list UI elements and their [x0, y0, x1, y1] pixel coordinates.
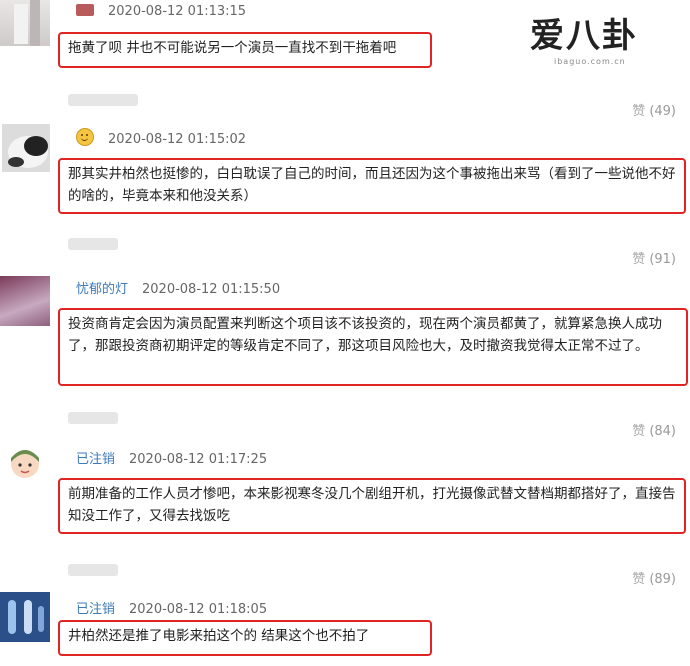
thumb-up-icon: 赞 [632, 252, 646, 267]
timestamp: 2020-08-12 01:15:02 [108, 132, 247, 147]
like-count: (49) [649, 104, 676, 119]
reply-preview [68, 564, 118, 576]
comment-text: 拖黄了呗 井也不可能说另一个演员一直找不到干拖着吧 [58, 32, 432, 68]
badge-icon [76, 4, 94, 16]
comment-meta: 忧郁的灯 2020-08-12 01:15:50 [76, 278, 280, 297]
username-link[interactable]: 忧郁的灯 [76, 282, 128, 297]
avatar[interactable] [0, 276, 50, 326]
avatar[interactable] [0, 0, 50, 46]
comment-3: 忧郁的灯 2020-08-12 01:15:50 投资商肯定会因为演员配置来判断这… [0, 270, 690, 439]
comment-meta: 2020-08-12 01:13:15 [76, 4, 246, 19]
timestamp: 2020-08-12 01:17:25 [129, 452, 268, 467]
avatar[interactable] [0, 444, 50, 494]
comment-1: 2020-08-12 01:13:15 拖黄了呗 井也不可能说另一个演员一直找不… [0, 0, 690, 119]
comment-5: 已注销 2020-08-12 01:18:05 井柏然还是推了电影来拍这个的 结果… [0, 590, 690, 666]
reply-preview [68, 412, 118, 424]
avatar[interactable] [0, 592, 50, 642]
thumb-up-icon: 赞 [632, 572, 646, 587]
like-button[interactable]: 赞 (91) [632, 248, 676, 267]
timestamp: 2020-08-12 01:13:15 [108, 4, 247, 19]
like-count: (89) [649, 572, 676, 587]
smiley-icon [76, 128, 94, 146]
reply-preview [68, 94, 138, 106]
reply-preview [68, 238, 118, 250]
username-link[interactable]: 已注销 [76, 602, 115, 617]
comment-2: 2020-08-12 01:15:02 那其实井柏然也挺惨的，白白耽误了自己的时… [0, 118, 690, 268]
comment-4: 已注销 2020-08-12 01:17:25 前期准备的工作人员才惨吧，本来影视… [0, 442, 690, 587]
like-button[interactable]: 赞 (84) [632, 420, 676, 439]
comment-meta: 已注销 2020-08-12 01:18:05 [76, 598, 267, 617]
timestamp: 2020-08-12 01:15:50 [142, 282, 281, 297]
comment-text: 前期准备的工作人员才惨吧，本来影视寒冬没几个剧组开机，打光摄像武替文替档期都搭好… [58, 478, 686, 534]
comment-text: 投资商肯定会因为演员配置来判断这个项目该不该投资的，现在两个演员都黄了，就算紧急… [58, 308, 688, 386]
like-count: (84) [649, 424, 676, 439]
timestamp: 2020-08-12 01:18:05 [129, 602, 268, 617]
comment-meta: 已注销 2020-08-12 01:17:25 [76, 448, 267, 467]
comment-text: 那其实井柏然也挺惨的，白白耽误了自己的时间，而且还因为这个事被拖出来骂（看到了一… [58, 158, 686, 214]
thumb-up-icon: 赞 [632, 104, 646, 119]
thumb-up-icon: 赞 [632, 424, 646, 439]
avatar[interactable] [2, 124, 50, 172]
comment-meta: 2020-08-12 01:15:02 [76, 128, 246, 147]
like-count: (91) [649, 252, 676, 267]
like-button[interactable]: 赞 (89) [632, 568, 676, 587]
username-link[interactable]: 已注销 [76, 452, 115, 467]
like-button[interactable]: 赞 (49) [632, 100, 676, 119]
comment-text: 井柏然还是推了电影来拍这个的 结果这个也不拍了 [58, 620, 432, 656]
